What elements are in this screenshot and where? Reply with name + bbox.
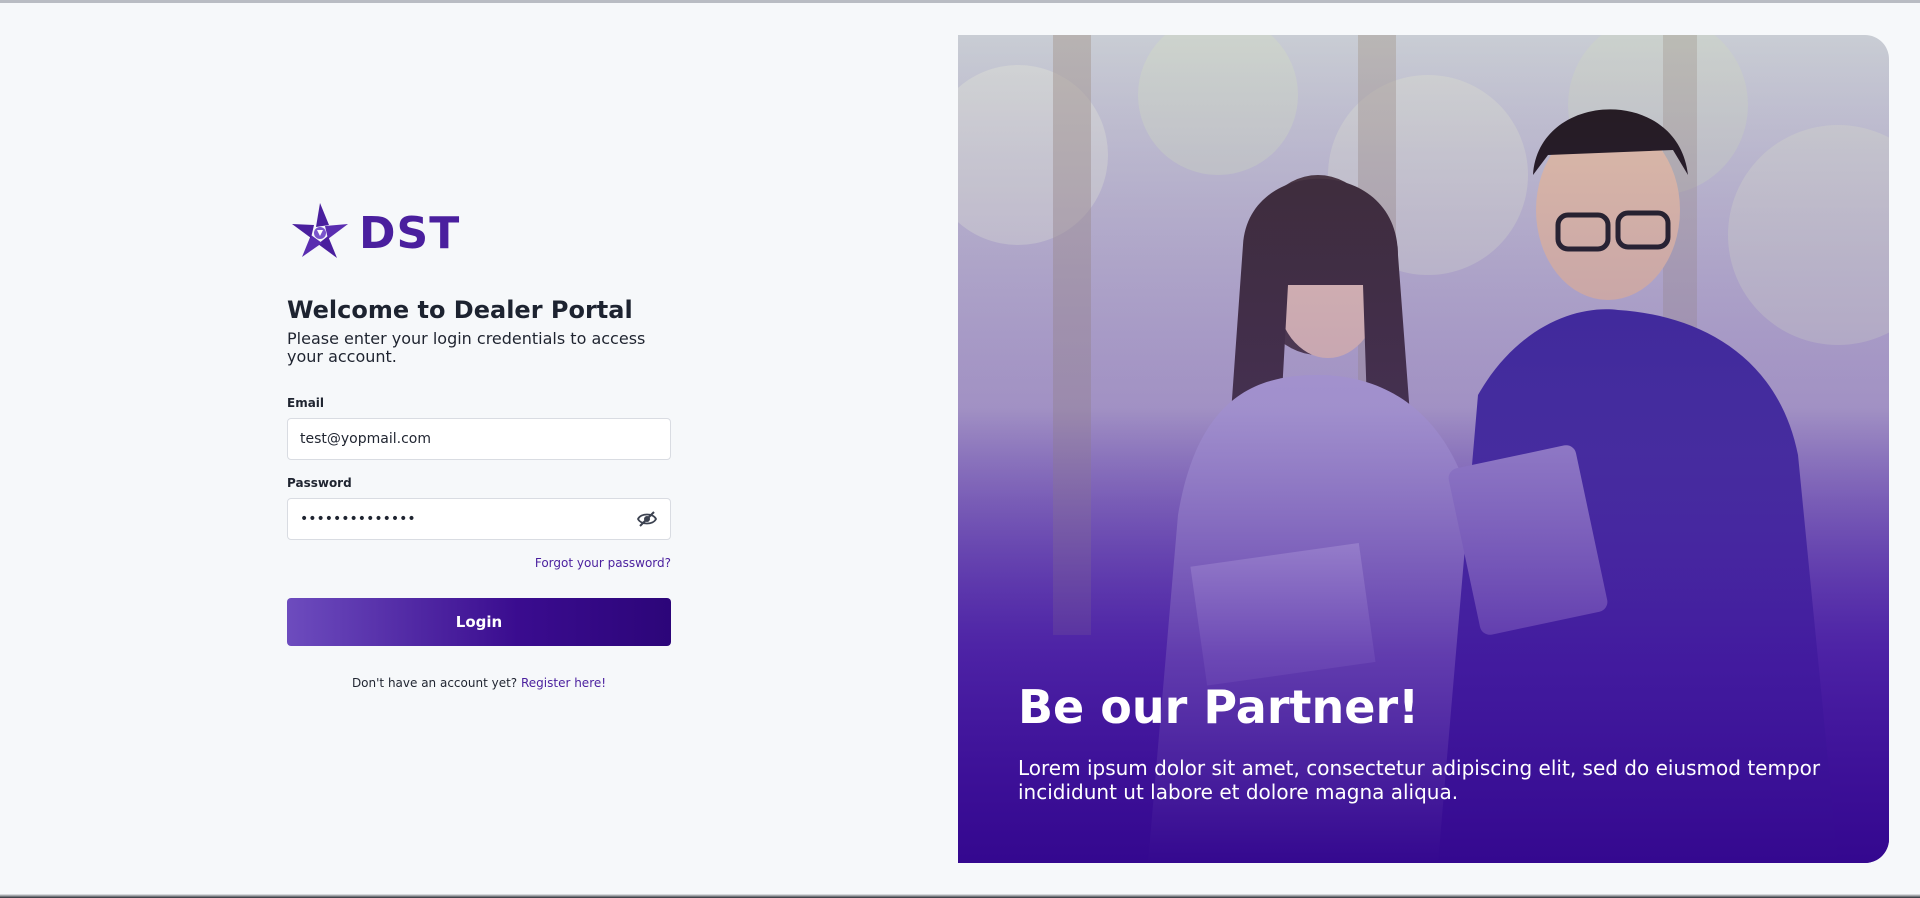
login-form: DST Welcome to Dealer Portal Please ente… [287, 200, 671, 690]
page-title: Welcome to Dealer Portal [287, 296, 633, 324]
hero-panel: Be our Partner! Lorem ipsum dolor sit am… [958, 35, 1889, 863]
hero-description: Lorem ipsum dolor sit amet, consectetur … [1018, 756, 1821, 804]
email-value: test@yopmail.com [300, 431, 431, 447]
password-label: Password [287, 476, 352, 490]
hero-title: Be our Partner! [1018, 680, 1420, 734]
password-field[interactable]: •••••••••••••• [287, 498, 671, 540]
brand-logo: DST [287, 200, 671, 266]
password-value: •••••••••••••• [300, 511, 416, 527]
hero-photo [958, 35, 1889, 863]
forgot-password-link[interactable]: Forgot your password? [287, 556, 671, 570]
register-prompt-text: Don't have an account yet? [351, 676, 518, 690]
window-bottom-edge [0, 894, 1920, 898]
register-link[interactable]: Register here! [521, 676, 606, 690]
page-subtitle: Please enter your login credentials to a… [287, 329, 646, 366]
window-top-border [0, 0, 1920, 3]
email-field[interactable]: test@yopmail.com [287, 418, 671, 460]
eye-slash-icon[interactable] [636, 508, 658, 530]
brand-name: DST [359, 207, 461, 259]
register-prompt: Don't have an account yet? Register here… [287, 676, 671, 690]
star-flower-icon [292, 203, 348, 258]
email-label: Email [287, 396, 325, 410]
login-button[interactable]: Login [287, 598, 671, 646]
